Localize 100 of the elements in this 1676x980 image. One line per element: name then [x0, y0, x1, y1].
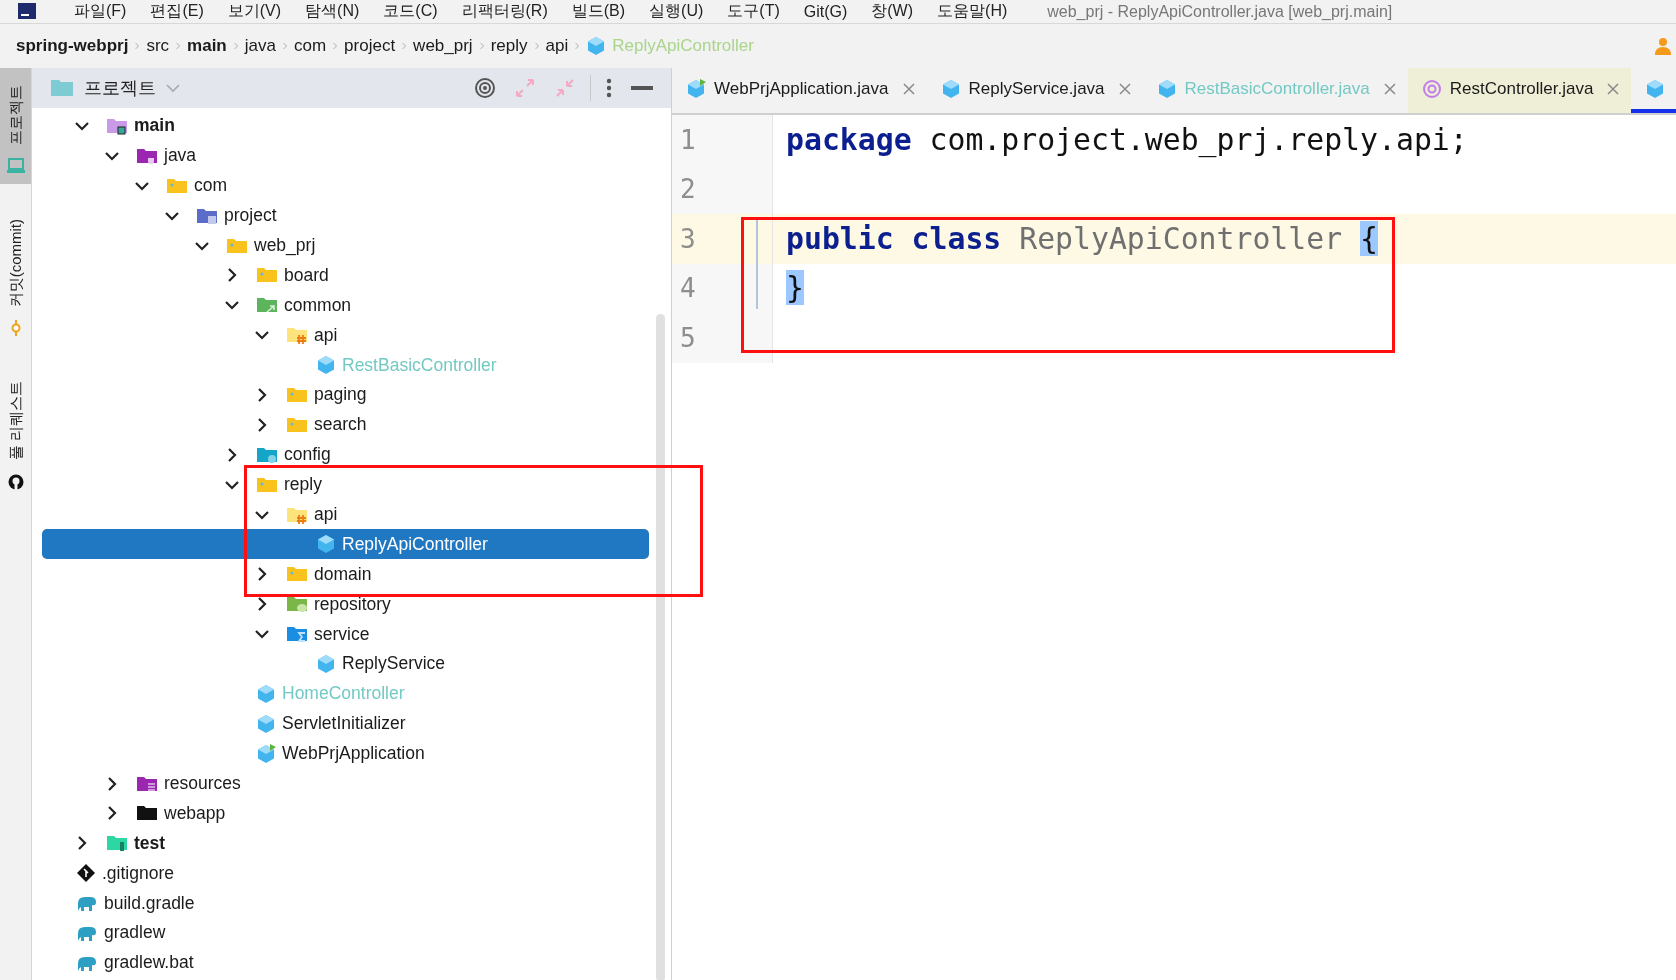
- tree-item-label: java: [164, 145, 197, 167]
- tree-row[interactable]: domain: [42, 559, 649, 590]
- menu-item[interactable]: 파일(F): [62, 1, 139, 22]
- separator-icon: [232, 42, 239, 50]
- menu-item[interactable]: 도움말(H): [925, 1, 1020, 22]
- tree-row[interactable]: webapp: [42, 798, 649, 829]
- tree-row[interactable]: config: [42, 439, 649, 470]
- close-icon[interactable]: [1383, 82, 1396, 95]
- tree-row[interactable]: gradlew: [42, 918, 649, 948]
- breadcrumb-item[interactable]: web_prj: [413, 36, 473, 56]
- more-icon: [605, 77, 613, 99]
- line-number: 2: [680, 174, 696, 205]
- breadcrumb-item[interactable]: src: [146, 36, 170, 56]
- tool-window-button[interactable]: 프로젝트: [0, 68, 31, 184]
- tree-row[interactable]: api: [42, 499, 649, 530]
- tree-item-label: paging: [314, 384, 367, 406]
- tree-item-label: project: [224, 205, 277, 227]
- window-title: web_prj - ReplyApiController.java [web_prj.main]: [1047, 2, 1393, 21]
- tree-item-label: reply: [284, 474, 322, 496]
- breadcrumb-item[interactable]: com: [293, 36, 327, 56]
- tree-row[interactable]: com: [42, 170, 649, 201]
- tree-item-label: board: [284, 264, 329, 286]
- tree-row[interactable]: main: [42, 111, 649, 141]
- github-icon: [7, 473, 24, 490]
- tree-row[interactable]: api: [42, 320, 649, 351]
- breadcrumb-item[interactable]: api: [545, 36, 569, 56]
- tree-row[interactable]: common: [42, 290, 649, 321]
- tree-item-label: search: [314, 414, 367, 436]
- menu-item[interactable]: 창(W): [859, 1, 926, 22]
- tree-item-label: WebPrjApplication: [282, 743, 425, 765]
- tree-row[interactable]: .gitignore: [42, 858, 649, 889]
- diamond-icon: [76, 863, 96, 884]
- tree-item-label: ServletInitializer: [282, 713, 406, 735]
- code-line: public class ReplyApiController {: [786, 219, 1379, 258]
- tree-row[interactable]: ReplyService: [42, 649, 649, 679]
- menu-item[interactable]: 탐색(N): [293, 1, 372, 22]
- tree-row[interactable]: WebPrjApplication: [42, 738, 649, 769]
- folder-icon: [286, 624, 308, 645]
- cube-icon: [1156, 78, 1177, 99]
- tree-row[interactable]: ServletInitializer: [42, 708, 649, 739]
- tool-window-button[interactable]: 풀 리퀘스트: [0, 364, 31, 500]
- cube-icon: [686, 78, 706, 99]
- tree-item-label: HomeController: [282, 683, 405, 705]
- separator-icon: [281, 42, 288, 50]
- folder-icon: [286, 325, 308, 346]
- tree-row[interactable]: resources: [42, 768, 649, 799]
- line-number: 1: [680, 124, 696, 155]
- tree-row[interactable]: test: [42, 828, 649, 859]
- menu-item[interactable]: 리팩터링(R): [449, 1, 560, 22]
- folder-icon: [256, 295, 278, 316]
- tree-item-label: resources: [164, 773, 241, 795]
- tree-row[interactable]: web_prj: [42, 230, 649, 261]
- folder-icon: [50, 78, 74, 98]
- editor-tab[interactable]: RestController.java: [1407, 68, 1632, 113]
- breadcrumb-item[interactable]: java: [244, 36, 276, 56]
- tree-item-label: common: [284, 294, 352, 316]
- scrollbar-thumb[interactable]: [656, 314, 665, 980]
- breadcrumb-item[interactable]: reply: [490, 36, 528, 56]
- close-icon[interactable]: [1607, 82, 1620, 95]
- cube-icon: [256, 683, 276, 704]
- folder-icon: [106, 833, 128, 854]
- expand-icon: [514, 77, 536, 99]
- editor-tab[interactable]: ReplyService.java: [926, 68, 1143, 113]
- cube-icon: [316, 653, 336, 674]
- tree-row[interactable]: service: [42, 619, 649, 650]
- tree-row[interactable]: build.gradle: [42, 888, 649, 919]
- line-number: 3: [680, 223, 696, 254]
- editor-tab[interactable]: WebPrjApplication.java: [672, 68, 927, 113]
- tree-row[interactable]: project: [42, 200, 649, 231]
- tree-row[interactable]: repository: [42, 589, 649, 620]
- tree-item-label: service: [314, 623, 370, 645]
- cube-icon: [256, 713, 276, 734]
- tree-row[interactable]: ReplyApiController: [42, 529, 649, 560]
- breadcrumb-item[interactable]: project: [344, 36, 396, 56]
- menu-item[interactable]: 편집(E): [138, 1, 216, 22]
- tree-row[interactable]: paging: [42, 380, 649, 410]
- tree-item-label: .gitignore: [102, 862, 174, 884]
- breadcrumb-item[interactable]: spring-webprj: [16, 36, 129, 56]
- tree-row[interactable]: gradlew.bat: [42, 947, 649, 978]
- cube-icon: [316, 355, 336, 376]
- menu-item[interactable]: 도구(T): [715, 1, 792, 22]
- tree-row[interactable]: reply: [42, 469, 649, 500]
- tree-row[interactable]: board: [42, 260, 649, 291]
- breadcrumb-item[interactable]: main: [187, 36, 227, 56]
- separator-icon: [478, 42, 485, 50]
- cube-icon: [256, 743, 276, 764]
- close-icon[interactable]: [1118, 82, 1131, 95]
- menu-item[interactable]: Git(G): [791, 2, 860, 21]
- tree-item-label: main: [134, 115, 175, 137]
- menu-item[interactable]: 실행(U): [637, 1, 716, 22]
- menu-item[interactable]: 빌드(B): [559, 1, 638, 22]
- tool-window-button[interactable]: 커밋(commit): [0, 202, 31, 347]
- close-icon[interactable]: [902, 82, 915, 95]
- menu-item[interactable]: 보기(V): [215, 1, 294, 22]
- cube-icon: [1645, 78, 1666, 99]
- tree-row[interactable]: search: [42, 409, 649, 440]
- line-number: 5: [680, 322, 696, 353]
- menu-item[interactable]: 코드(C): [371, 1, 450, 22]
- tree-item-label: webapp: [164, 802, 226, 824]
- tree-row[interactable]: java: [42, 140, 649, 171]
